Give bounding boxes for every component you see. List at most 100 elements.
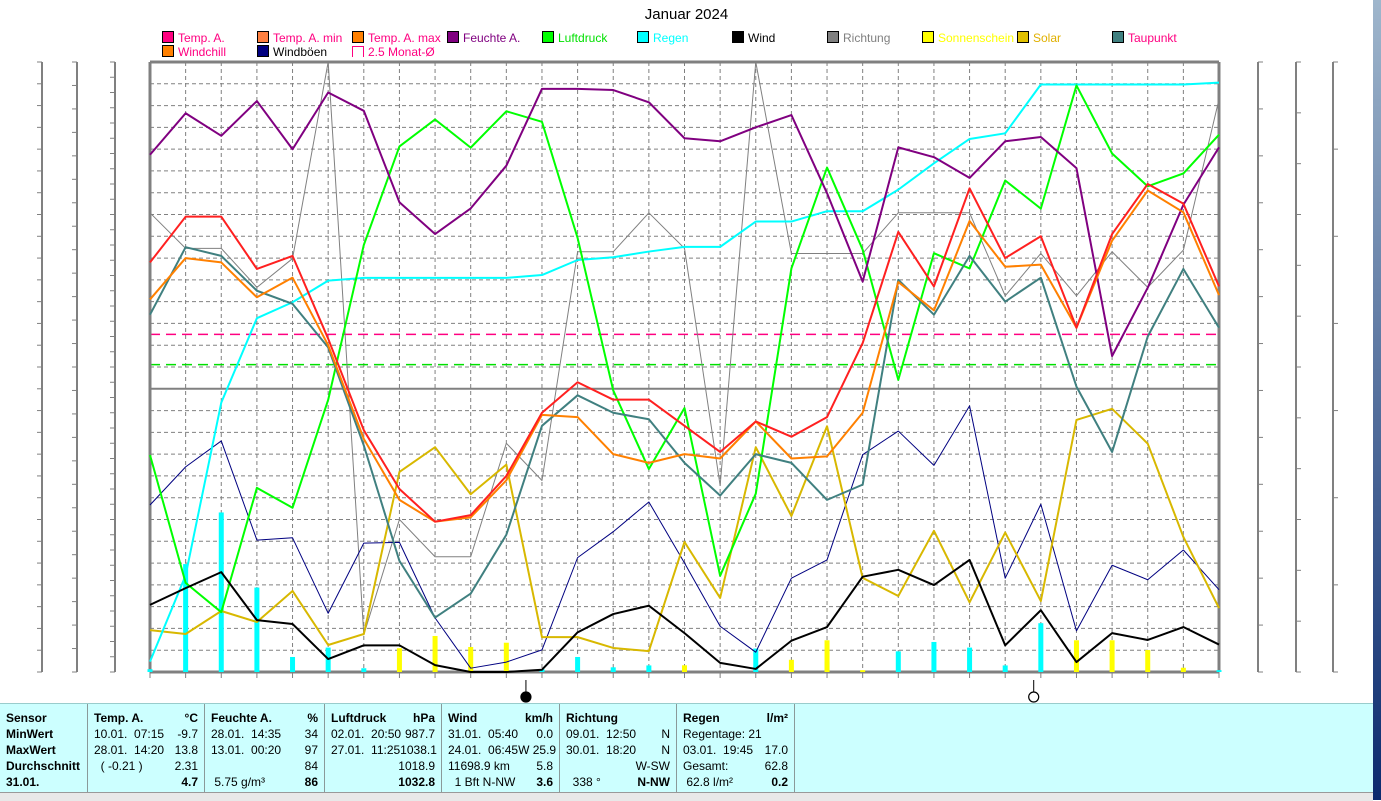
legend-label: Richtung	[843, 31, 890, 45]
table-cell-value: 17.0	[765, 742, 788, 758]
bar-sonnenschein	[682, 665, 687, 672]
legend-swatch-icon	[1112, 31, 1124, 43]
table-column: LuftdruckhPa02.01. 20:50987.727.01. 11:2…	[325, 704, 442, 793]
legend-swatch-icon	[352, 46, 364, 57]
table-row: 11698.9 km 5.8	[448, 758, 553, 774]
legend-swatch-icon	[162, 45, 174, 57]
bar-regen	[1003, 665, 1008, 672]
table-row: 24.01. 06:45W 25.9	[448, 742, 553, 758]
table-cell-label: 5.75 g/m³	[211, 774, 265, 790]
legend-item: Temp. A. min	[257, 31, 342, 45]
table-cell-label: 11698.9 km	[448, 758, 510, 774]
legend-swatch-icon	[447, 31, 459, 43]
table-row: 1032.8	[331, 774, 435, 790]
table-cell-label: 02.01. 20:50	[331, 726, 401, 742]
bar-sonnenschein	[1074, 640, 1079, 672]
table-row: 09.01. 12:50 N	[566, 726, 670, 742]
table-cell-label: Temp. A.	[94, 710, 143, 726]
table-cell-label: 03.01. 19:45	[683, 742, 753, 758]
table-cell-value: N	[661, 742, 670, 758]
legend-swatch-icon	[1017, 31, 1029, 43]
table-cell-label: ( -0.21 )	[94, 758, 143, 774]
table-cell-label: 09.01. 12:50	[566, 726, 636, 742]
table-cell-value: N	[661, 726, 670, 742]
legend-label: Temp. A. max	[368, 31, 441, 45]
table-row: 30.01. 18:20N	[566, 742, 670, 758]
table-cell-value: 13.8	[175, 742, 198, 758]
legend-swatch-icon	[162, 31, 174, 43]
table-cell-value: W-SW	[636, 758, 670, 774]
table-cell-label: Gesamt:	[683, 758, 728, 774]
legend-label: Regen	[653, 31, 688, 45]
table-cell-label: 31.01.	[6, 774, 39, 790]
table-header: Temp. A.°C	[94, 710, 198, 726]
table-cell-label: 28.01. 14:35	[211, 726, 281, 742]
table-cell-label: Sensor	[6, 710, 47, 726]
new-moon-icon	[521, 692, 531, 702]
legend-item: Temp. A.	[162, 31, 225, 45]
table-header: Sensor	[6, 710, 81, 726]
table-cell-label: 24.01. 06:45	[448, 742, 518, 758]
legend-label: Windböen	[273, 45, 327, 59]
table-cell-label: 62.8 l/m²	[683, 774, 733, 790]
legend-item: Temp. A. max	[352, 31, 441, 45]
legend-label: Feuchte A.	[463, 31, 520, 45]
table-row: 1018.9	[331, 758, 435, 774]
bar-sonnenschein	[1110, 640, 1115, 672]
table-column: Windkm/h31.01. 05:400.024.01. 06:45W 25.…	[442, 704, 560, 793]
table-row: Durchschnitt	[6, 758, 81, 774]
table-cell-label: Wind	[448, 710, 477, 726]
table-cell-label: 13.01. 00:20	[211, 742, 281, 758]
table-cell-value: 84	[305, 758, 318, 774]
legend-swatch-icon	[352, 31, 364, 43]
legend-item: Wind	[732, 31, 775, 45]
table-row: 1 Bft N-NW3.6	[448, 774, 553, 790]
table-cell-value: 5.8	[536, 758, 553, 774]
table-cell-value: 987.7	[405, 726, 435, 742]
bar-regen	[290, 657, 295, 672]
table-cell-label: MaxWert	[6, 742, 56, 758]
full-moon-icon	[1029, 692, 1039, 702]
legend-swatch-icon	[637, 31, 649, 43]
table-cell-value: 0.2	[771, 774, 788, 790]
table-row: 84	[211, 758, 318, 774]
bar-sonnenschein	[825, 640, 830, 672]
legend-label: Solar	[1033, 31, 1061, 45]
bar-regen	[646, 665, 651, 672]
table-row: 62.8 l/m² 0.2	[683, 774, 788, 790]
legend-swatch-icon	[257, 31, 269, 43]
table-cell-label: MinWert	[6, 726, 53, 742]
table-column: Richtung09.01. 12:50N30.01. 18:20NW-SW 3…	[560, 704, 677, 793]
table-row: 10.01. 07:15 -9.7	[94, 726, 198, 742]
bar-sonnenschein	[1145, 650, 1150, 672]
legend-label: Windchill	[178, 45, 226, 59]
table-cell-label: 27.01. 11:25	[331, 742, 400, 758]
statistics-table: SensorMinWertMaxWertDurchschnitt31.01. Te…	[0, 703, 1373, 793]
table-row: MinWert	[6, 726, 81, 742]
bar-regen	[896, 651, 901, 672]
table-row: 5.75 g/m³86	[211, 774, 318, 790]
table-row: 4.7	[94, 774, 198, 790]
table-cell-value: 4.7	[181, 774, 198, 790]
table-cell-value: l/m²	[767, 710, 788, 726]
legend-item: Regen	[637, 31, 688, 45]
legend-item: 2.5 Monat-Ø	[352, 45, 435, 59]
table-cell-label: 10.01. 07:15	[94, 726, 164, 742]
bar-sonnenschein	[860, 670, 865, 672]
legend-label: Temp. A. min	[273, 31, 342, 45]
table-cell-value: 1038.1	[400, 742, 437, 758]
table-row: Gesamt:62.8	[683, 758, 788, 774]
table-header: Feuchte A.%	[211, 710, 318, 726]
table-column: SensorMinWertMaxWertDurchschnitt31.01.	[0, 704, 88, 793]
table-header: Windkm/h	[448, 710, 553, 726]
table-row: 28.01. 14:3534	[211, 726, 318, 742]
table-cell-value: 97	[305, 742, 318, 758]
table-cell-value: -9.7	[177, 726, 198, 742]
table-row: 13.01. 00:20 97	[211, 742, 318, 758]
line-solar	[150, 409, 1219, 651]
table-row: 02.01. 20:50987.7	[331, 726, 435, 742]
legend-label: 2.5 Monat-Ø	[368, 45, 435, 59]
table-row: 31.01.	[6, 774, 81, 790]
table-cell-label: 338 °	[566, 774, 601, 790]
table-cell-label: Luftdruck	[331, 710, 386, 726]
